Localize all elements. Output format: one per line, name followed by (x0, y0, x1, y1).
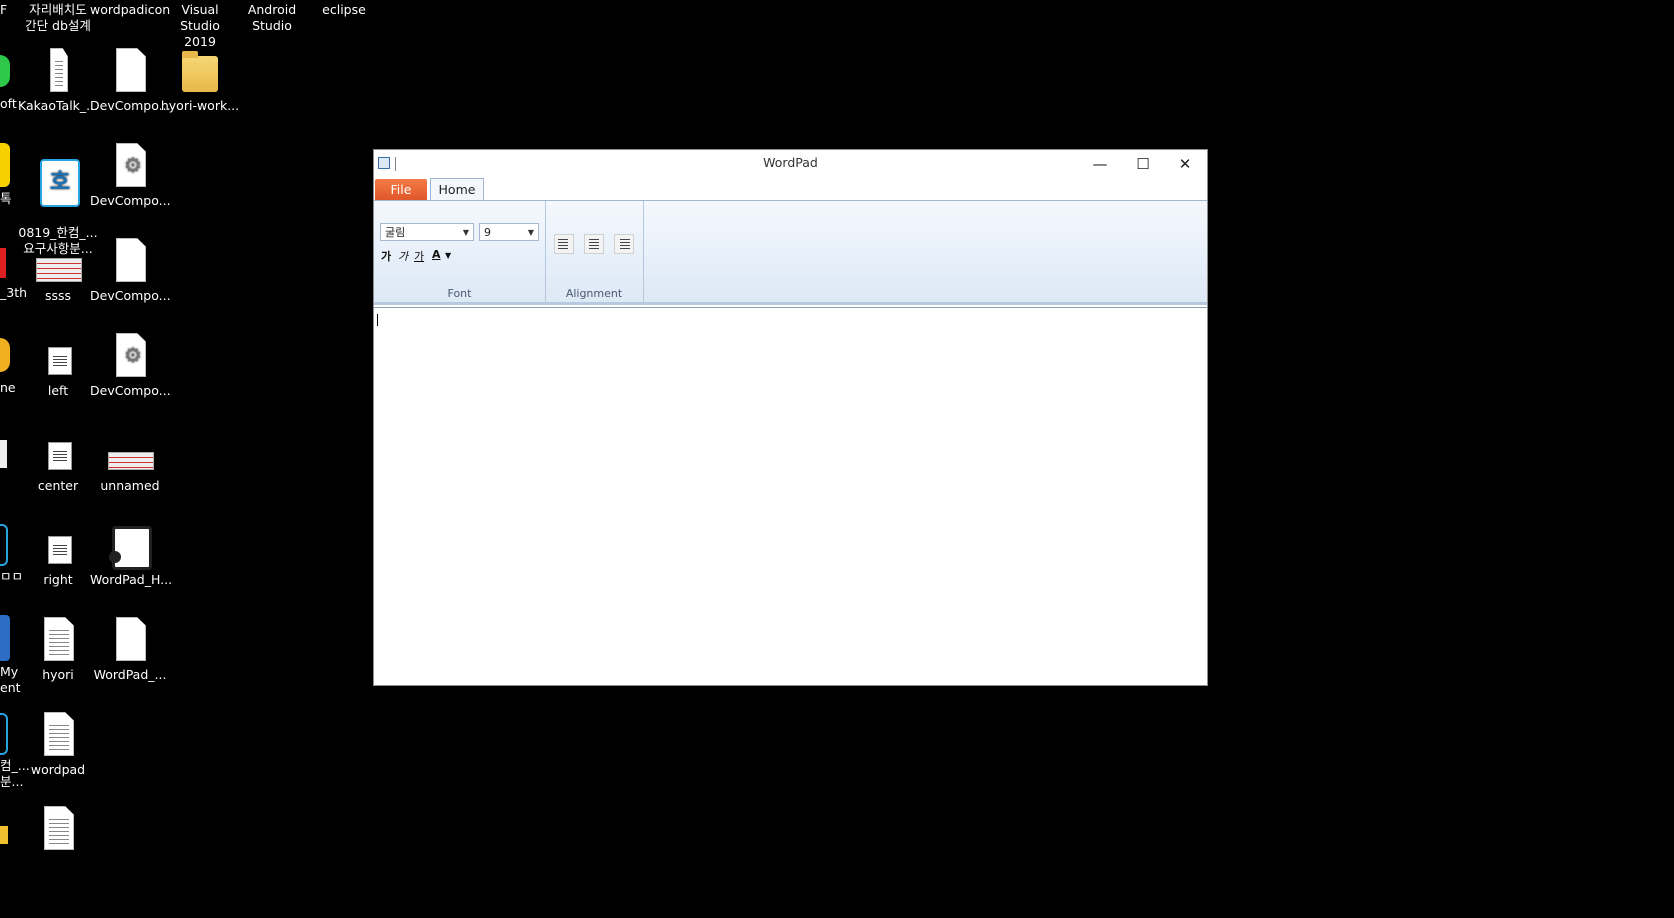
gear-document-icon: ⚙ (108, 143, 152, 189)
document-icon (108, 238, 152, 284)
desktop-icon-center[interactable]: center (18, 428, 98, 494)
underline-button[interactable]: 가 (414, 248, 424, 264)
kakaotalk-app-icon (0, 143, 10, 187)
document-icon (108, 48, 152, 94)
partial-icon-label[interactable]: 톡 (0, 191, 12, 207)
desktop-icon-wordpad[interactable]: wordpad (18, 712, 98, 778)
text-document-icon (36, 712, 80, 758)
font-size-select[interactable]: 9 ▼ (479, 223, 539, 241)
text-document-icon (36, 617, 80, 663)
desktop-icon-visual-studio[interactable]: Visual Studio 2019 (160, 2, 240, 50)
desktop-icon-eclipse[interactable]: eclipse (304, 2, 384, 18)
font-size-value: 9 (484, 226, 491, 239)
text-caret (377, 314, 378, 326)
edge-app-icon (0, 55, 10, 87)
desktop-icon-android-studio[interactable]: Android Studio (232, 2, 312, 34)
partial-app-icon (0, 524, 8, 566)
chevron-down-icon: ▼ (527, 228, 534, 237)
red-app-icon (0, 248, 6, 278)
desktop-icon-hyori[interactable]: hyori (18, 617, 98, 683)
desktop-icon-kakaotalk[interactable]: KakaoTalk_... (18, 48, 98, 114)
bold-button[interactable]: 가 (381, 248, 391, 264)
desktop-icon-wordpad-doc[interactable]: WordPad_... (90, 617, 170, 683)
align-left-document-icon (36, 333, 80, 379)
title-bar[interactable]: WordPad — ☐ ✕ (374, 150, 1207, 178)
desktop-icon-wordpadicon[interactable]: wordpadicon (90, 2, 170, 18)
desktop-icon-ssss[interactable]: ssss (18, 238, 98, 304)
font-name-select[interactable]: 굴림 ▼ (380, 223, 474, 241)
wordpad-window[interactable]: WordPad — ☐ ✕ File Home 굴림 ▼ 9 ▼ 가 가 가 A… (373, 149, 1208, 686)
desktop-icon-devcompo-2[interactable]: ⚙ DevCompo... (90, 143, 171, 209)
align-right-icon (620, 239, 630, 249)
image-thumbnail-icon (36, 238, 82, 284)
partial-app-icon (0, 826, 8, 844)
folder-icon (178, 48, 222, 94)
tab-file[interactable]: File (375, 179, 427, 200)
align-left-icon (558, 239, 568, 249)
chevron-down-icon: ▼ (462, 228, 469, 237)
ribbon: 굴림 ▼ 9 ▼ 가 가 가 A ▼ Font Alignment (374, 201, 1207, 305)
tab-home[interactable]: Home (430, 178, 484, 200)
long-document-icon (36, 48, 80, 94)
ribbon-tabs: File Home (374, 178, 1207, 201)
chrome-app-icon (0, 338, 10, 372)
align-center-icon (589, 239, 599, 249)
align-center-button[interactable] (584, 234, 604, 254)
image-thumbnail-icon (108, 428, 154, 474)
desktop-icon-left[interactable]: left (18, 333, 98, 399)
desktop-icon-devcompo-4[interactable]: ⚙ DevCompo... (90, 333, 171, 399)
desktop-icon-cutoff[interactable] (18, 806, 98, 856)
font-group: 굴림 ▼ 9 ▼ 가 가 가 A ▼ Font (374, 201, 546, 302)
align-right-document-icon (36, 522, 80, 568)
partial-icon-label[interactable]: oft (0, 96, 17, 112)
chevron-down-icon[interactable]: ▼ (445, 251, 451, 260)
font-color-button[interactable]: A (432, 248, 441, 261)
gear-document-icon: ⚙ (108, 333, 152, 379)
alignment-group-label: Alignment (565, 287, 623, 300)
hancom-document-icon: 호 (36, 159, 80, 207)
partial-app-icon (0, 615, 10, 661)
align-left-button[interactable] (554, 234, 574, 254)
align-center-document-icon (36, 428, 80, 474)
align-right-button[interactable] (614, 234, 634, 254)
desktop-icon-right[interactable]: right (18, 522, 98, 588)
minimize-button[interactable]: — (1079, 150, 1121, 178)
document-icon (108, 617, 152, 663)
plugin-document-icon (108, 522, 152, 570)
desktop-icon-devcompo-3[interactable]: DevCompo... (90, 238, 171, 304)
italic-button[interactable]: 가 (398, 248, 408, 264)
partial-icon-label[interactable]: F (0, 2, 7, 18)
partial-document-icon (0, 440, 7, 468)
alignment-group: Alignment (545, 201, 644, 302)
document-editor[interactable] (374, 307, 1207, 685)
maximize-button[interactable]: ☐ (1122, 150, 1164, 178)
partial-icon-label[interactable]: ne (0, 380, 16, 396)
desktop-icon-devcompo-1[interactable]: DevCompo... (90, 48, 171, 114)
desktop-icon-hyori-work[interactable]: hyori-work... (160, 48, 240, 114)
partial-app-icon (0, 713, 8, 755)
text-document-icon (36, 806, 80, 852)
close-button[interactable]: ✕ (1164, 150, 1206, 178)
font-group-label: Font (447, 287, 472, 300)
desktop-icon-unnamed[interactable]: unnamed (90, 428, 170, 494)
desktop-icon-seat-plan[interactable]: 자리배치도 간단 db설계 (18, 2, 98, 34)
font-name-value: 굴림 (385, 226, 406, 239)
desktop-icon-wordpad-h[interactable]: WordPad_H... (90, 522, 172, 588)
